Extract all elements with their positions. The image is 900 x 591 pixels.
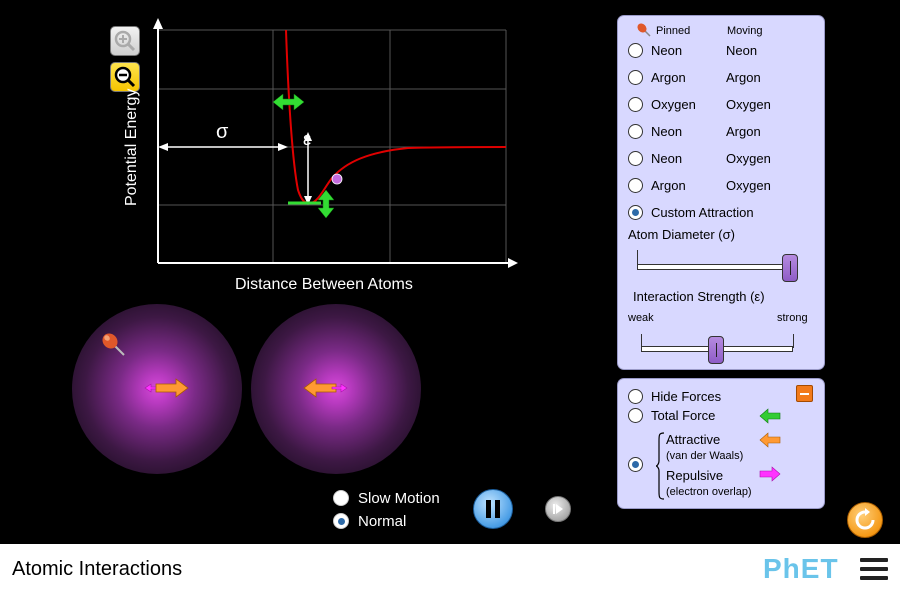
atom-option-neon-neon[interactable]: Neon Neon [628,43,757,58]
radio-button[interactable] [628,151,643,166]
x-axis-label: Distance Between Atoms [235,276,413,293]
atom-option-custom[interactable]: Custom Attraction [628,205,754,220]
moving-atom-forces [303,378,348,398]
slider-max-label: strong [777,312,808,324]
pushpin-icon [637,23,651,37]
sigma-indicator: σ [158,121,288,151]
y-axis-label: Potential Energy [123,89,140,206]
radio-button[interactable] [628,457,643,472]
step-forward-icon [553,504,563,514]
total-force-label: Total Force [651,408,716,423]
atom-diameter-thumb[interactable] [782,254,798,282]
reset-all-button[interactable] [847,502,883,538]
interaction-strength-thumb[interactable] [708,336,724,364]
sim-screen: Potential Energy Distance Between Atoms … [0,0,900,544]
pinned-atom-label: Neon [651,124,683,139]
radio-button[interactable] [628,408,643,423]
normal-speed-label: Normal [358,513,407,530]
hide-forces-option[interactable]: Hide Forces [628,389,721,404]
pinned-atom-label: Oxygen [651,97,696,112]
pinned-atom-label: Argon [651,178,686,193]
repulsive-label: Repulsive [666,468,724,483]
sim-title: Atomic Interactions [12,558,183,580]
normal-speed-radio[interactable] [333,513,349,529]
slider-min-tick [637,250,638,264]
atom-option-argon-argon[interactable]: Argon Argon [628,70,761,85]
moving-column-header: Moving [727,25,763,37]
repulsive-force-arrow-icon [759,466,781,482]
forces-panel: Hide Forces Total Force Attractive (van … [617,378,825,509]
minus-icon [800,392,809,395]
sigma-label: σ [216,121,229,143]
pushpin-icon [102,333,125,356]
attractive-label: Attractive [666,432,721,447]
atom-option-argon-oxygen[interactable]: Argon Oxygen [628,178,771,193]
attractive-force-arrow [303,378,337,398]
atom-option-neon-argon[interactable]: Neon Argon [628,124,761,139]
attractive-force-arrow-icon [759,432,781,448]
pinned-atom-label: Neon [651,43,683,58]
slider-track[interactable] [637,264,797,270]
total-force-arrow-icon [759,408,781,424]
reset-icon [855,508,875,530]
moving-atom-label: Neon [726,43,758,58]
pinned-atom-label: Neon [651,151,683,166]
components-option[interactable] [628,457,643,472]
play-pause-button[interactable] [473,489,513,529]
attractive-sublabel: (van der Waals) [666,450,744,462]
atom-option-neon-oxygen[interactable]: Neon Oxygen [628,151,771,166]
epsilon-drag-handle[interactable] [288,189,335,219]
atom-option-oxygen-oxygen[interactable]: Oxygen Oxygen [628,97,771,112]
collapse-button[interactable] [796,385,813,402]
custom-attraction-label: Custom Attraction [651,205,754,220]
potential-energy-graph: Potential Energy Distance Between Atoms … [123,18,518,293]
slow-motion-radio[interactable] [333,490,349,506]
moving-atom-label: Argon [726,124,761,139]
slider-min-label: weak [628,312,654,324]
pinned-atom-forces [144,378,189,398]
pinned-atom-label: Argon [651,70,686,85]
hamburger-menu-icon[interactable] [860,558,888,580]
position-marker [331,173,343,185]
radio-button[interactable] [628,389,643,404]
moving-atom-label: Oxygen [726,151,771,166]
radio-button[interactable] [628,124,643,139]
repulsive-sublabel: (electron overlap) [666,486,752,498]
step-forward-button[interactable] [545,496,571,522]
radio-button[interactable] [628,178,643,193]
brace-icon [655,432,665,500]
radio-button[interactable] [628,97,643,112]
pause-icon [486,500,500,518]
pinned-column-header: Pinned [656,25,691,37]
radio-button[interactable] [628,70,643,85]
radio-button[interactable] [628,43,643,58]
slow-motion-label: Slow Motion [358,490,440,507]
phet-logo-text: PhET [763,553,839,584]
potential-curve [285,29,507,205]
slider-max-tick [793,334,794,348]
phet-logo[interactable]: PhET [763,553,839,585]
total-force-option[interactable]: Total Force [628,408,715,423]
moving-atom-label: Oxygen [726,97,771,112]
atom-diameter-label: Atom Diameter (σ) [628,227,735,242]
hide-forces-label: Hide Forces [651,389,722,404]
moving-atom-label: Argon [726,70,761,85]
epsilon-label: ε [303,129,311,149]
interaction-strength-label: Interaction Strength (ε) [633,289,765,304]
attractive-force-arrow [155,378,189,398]
radio-button[interactable] [628,205,643,220]
moving-atom-label: Oxygen [726,178,771,193]
navigation-bar: Atomic Interactions PhET [0,544,900,591]
graph-axes [153,18,518,268]
atom-selection-panel: Pinned Moving Neon Neon Argon Argon Oxyg… [617,15,825,370]
epsilon-indicator: ε [303,129,312,205]
